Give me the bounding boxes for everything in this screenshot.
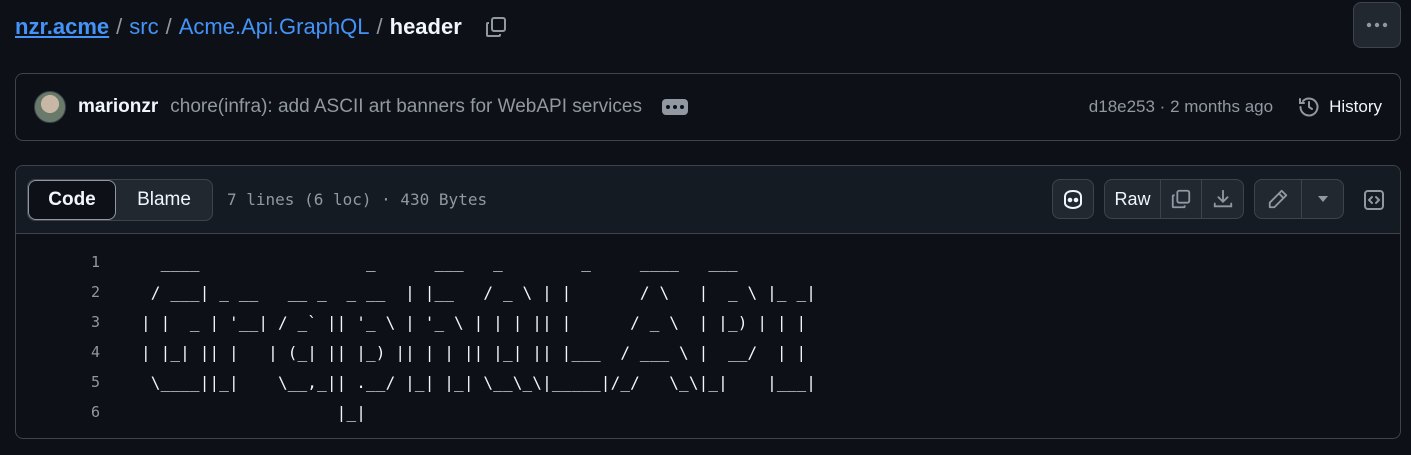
history-label: History <box>1329 97 1382 116</box>
line-content: / ___| _ __ __ _ _ __ | |__ / _ \ | | / … <box>141 282 817 302</box>
edit-button-group <box>1254 179 1344 219</box>
raw-label: Raw <box>1114 188 1151 209</box>
breadcrumb-current-file: header <box>389 14 462 39</box>
download-raw-file-button[interactable] <box>1202 180 1243 218</box>
code-line: 3 | | _ | '__| / _` || '_ \ | '_ \ | | |… <box>16 307 1400 337</box>
breadcrumb-repo-link[interactable]: nzr.acme <box>15 14 109 40</box>
line-content: ____ _ ___ _ _ ____ ___ <box>141 252 748 272</box>
line-number[interactable]: 6 <box>16 403 100 421</box>
code-line: 5 \____||_| \__,_|| .__/ |_| |_| \__\_\|… <box>16 367 1400 397</box>
copy-raw-file-button[interactable] <box>1161 180 1202 218</box>
line-number[interactable]: 1 <box>16 253 100 271</box>
commit-sha-and-date[interactable]: d18e253 · 2 months ago <box>1089 97 1273 117</box>
pencil-icon <box>1268 189 1288 209</box>
raw-button[interactable]: Raw <box>1105 180 1161 218</box>
ellipsis-dot-icon <box>672 105 677 109</box>
code-line: 4 | |_| || | | (_| || |_) || | | || |_| … <box>16 337 1400 367</box>
line-content: | | _ | '__| / _` || '_ \ | '_ \ | | | |… <box>141 312 817 332</box>
line-number[interactable]: 5 <box>16 373 100 391</box>
raw-copy-download-group: Raw <box>1104 179 1244 219</box>
breadcrumb-separator: / <box>116 14 123 39</box>
breadcrumb-separator: / <box>165 14 172 39</box>
latest-commit-bar: marionzr chore(infra): add ASCII art ban… <box>15 73 1401 141</box>
code-viewer[interactable]: 1 ____ _ ___ _ _ ____ ___ 2 / ___| _ __ … <box>16 234 1400 427</box>
code-line: 1 ____ _ ___ _ _ ____ ___ <box>16 247 1400 277</box>
tab-code[interactable]: Code <box>28 179 116 220</box>
view-mode-toggle: Code Blame <box>27 178 213 221</box>
triangle-down-icon <box>1317 196 1328 202</box>
edit-file-button[interactable] <box>1255 180 1302 218</box>
history-button[interactable]: History <box>1297 95 1382 119</box>
line-number[interactable]: 3 <box>16 313 100 331</box>
code-line: 6 |_| <box>16 397 1400 427</box>
ellipsis-dot-icon <box>679 105 684 109</box>
kebab-horizontal-icon <box>1366 22 1388 28</box>
copy-icon <box>1171 189 1191 209</box>
copilot-icon <box>1064 189 1082 210</box>
download-icon <box>1213 189 1232 208</box>
breadcrumb-link-src[interactable]: src <box>129 14 158 40</box>
commit-author[interactable]: marionzr <box>78 96 158 118</box>
copilot-button-group <box>1052 179 1094 219</box>
copy-path-button[interactable] <box>482 13 510 41</box>
copilot-button[interactable] <box>1053 180 1093 218</box>
tab-blame[interactable]: Blame <box>116 180 212 220</box>
file-content-panel: Code Blame 7 lines (6 loc) · 430 Bytes R… <box>15 165 1401 439</box>
line-number[interactable]: 4 <box>16 343 100 361</box>
line-content: \____||_| \__,_|| .__/ |_| |_| \__\_\|__… <box>141 372 817 392</box>
breadcrumb-separator: / <box>376 14 383 39</box>
code-square-icon <box>1364 190 1384 210</box>
copy-icon <box>485 17 506 37</box>
line-number[interactable]: 2 <box>16 283 100 301</box>
symbols-panel-button[interactable] <box>1354 181 1394 219</box>
more-options-button[interactable] <box>1353 2 1401 48</box>
breadcrumb: nzr.acme / src / Acme.Api.GraphQL / head… <box>15 12 510 42</box>
breadcrumb-link-project[interactable]: Acme.Api.GraphQL <box>179 14 370 40</box>
line-content: |_| <box>141 402 787 422</box>
edit-dropdown-button[interactable] <box>1302 180 1343 218</box>
commit-message[interactable]: chore(infra): add ASCII art banners for … <box>170 96 642 118</box>
file-view-page: nzr.acme / src / Acme.Api.GraphQL / head… <box>0 0 1411 455</box>
avatar[interactable] <box>34 91 66 123</box>
history-icon <box>1299 97 1319 117</box>
file-info: 7 lines (6 loc) · 430 Bytes <box>227 190 488 209</box>
line-content: | |_| || | | (_| || |_) || | | || |_| ||… <box>141 342 817 362</box>
file-header: Code Blame 7 lines (6 loc) · 430 Bytes R… <box>16 166 1400 234</box>
code-line: 2 / ___| _ __ __ _ _ __ | |__ / _ \ | | … <box>16 277 1400 307</box>
expand-commit-message-button[interactable] <box>661 99 688 115</box>
ellipsis-dot-icon <box>665 105 670 109</box>
